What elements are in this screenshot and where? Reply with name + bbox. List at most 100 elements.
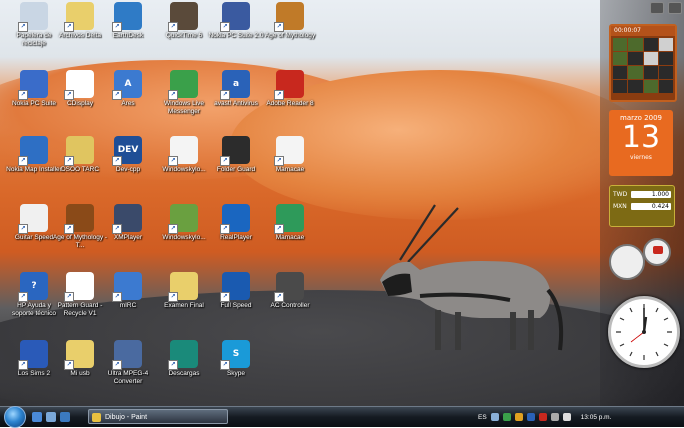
desktop-shortcut-label: AC Controller	[270, 302, 310, 309]
desktop-shortcut[interactable]: ↗ AC Controller	[262, 272, 318, 310]
shortcut-arrow-icon: ↗	[64, 90, 74, 100]
desktop-shortcut[interactable]: ↗ mIRC	[100, 272, 156, 310]
antivirus-tray-icon[interactable]	[526, 413, 535, 421]
currency-code: MXN	[613, 203, 627, 210]
oryx-illustration	[380, 204, 564, 351]
tray-icon[interactable]	[490, 413, 499, 421]
piano-icon: ↗	[18, 204, 48, 234]
shortcut-arrow-icon: ↗	[112, 360, 122, 370]
tray-icon[interactable]	[538, 413, 547, 421]
cpu-gauge-icon	[609, 244, 645, 280]
sidebar-controls	[612, 2, 682, 14]
sidebar-nav-icon[interactable]	[668, 2, 682, 14]
folder-icon: ↗	[64, 2, 94, 32]
taskbar-item-label: Dibujo - Paint	[105, 414, 148, 421]
messenger-tray-icon[interactable]	[502, 413, 511, 421]
desktop-shortcut[interactable]: ↗ QuickTime 6	[156, 2, 212, 40]
desktop-shortcut[interactable]: ↗ Mamacae	[262, 204, 318, 242]
desktop-shortcut[interactable]: ↗ Mamacae	[262, 136, 318, 174]
desktop-shortcut[interactable]: a ↗ avast! Antivirus	[208, 70, 264, 108]
desktop-shortcut[interactable]: S ↗ Skype	[208, 340, 264, 378]
shortcut-arrow-icon: ↗	[64, 292, 74, 302]
shortcut-arrow-icon: ↗	[168, 90, 178, 100]
shortcut-arrow-icon: ↗	[64, 224, 74, 234]
shortcut-arrow-icon: ↗	[274, 292, 284, 302]
desktop-shortcut[interactable]: DEV ↗ Dev-cpp	[100, 136, 156, 174]
desktop-shortcut[interactable]: ↗ Full Speed	[208, 272, 264, 310]
tray-icon[interactable]	[514, 413, 523, 421]
network-tray-icon[interactable]	[550, 413, 559, 421]
nokia-icon: ↗	[18, 70, 48, 100]
desktop-shortcut[interactable]: ↗ RealPlayer	[208, 204, 264, 242]
desktop-shortcut-label: avast! Antivirus	[214, 100, 258, 107]
currency-row: MXN 0.424	[613, 203, 671, 210]
desktop-shortcut[interactable]: ↗ EarthDesk	[100, 2, 156, 40]
shortcut-arrow-icon: ↗	[274, 22, 284, 32]
spreadsheet-icon: ↗	[274, 204, 304, 234]
start-button[interactable]	[4, 406, 26, 428]
file-icon: ↗	[168, 136, 198, 166]
desktop-shortcut[interactable]: ↗ Adobe Reader 8	[262, 70, 318, 108]
desktop-shortcut-label: Mamacae	[275, 166, 305, 173]
shortcut-arrow-icon: ↗	[168, 22, 178, 32]
volume-icon[interactable]	[562, 413, 571, 421]
desktop-shortcut[interactable]: ↗ XMPlayer	[100, 204, 156, 242]
show-desktop-icon[interactable]	[32, 412, 42, 422]
desktop-shortcut[interactable]: ↗ Ultra MPEG-4 Converter	[100, 340, 156, 386]
desktop-shortcut-label: QuickTime 6	[165, 32, 203, 39]
language-indicator[interactable]: ES	[478, 414, 487, 421]
shortcut-arrow-icon: ↗	[220, 292, 230, 302]
desktop-shortcut[interactable]: ↗ Windowskylo...	[156, 204, 212, 242]
skype-icon: S ↗	[220, 340, 250, 370]
system-tray: ES 13:05 p.m.	[478, 409, 684, 425]
cpu-meter-gadget[interactable]	[609, 238, 673, 280]
desktop-shortcut-label: Descargas	[168, 370, 200, 377]
desktop-shortcut[interactable]: ↗ Folder Guard	[208, 136, 264, 174]
desktop-shortcut[interactable]: ↗ Nokia PC Suite 2.0	[208, 2, 264, 40]
map-icon: ↗	[18, 136, 48, 166]
network-icon: ↗	[168, 204, 198, 234]
recycle-bin-icon: ↗	[18, 2, 48, 32]
folder-icon: ↗	[168, 272, 198, 302]
calendar-day: 13	[621, 120, 661, 155]
desktop-shortcut-label: Nokia PC Suite 2.0	[208, 32, 264, 39]
desktop-shortcut-label: Ultra MPEG-4 Converter	[107, 370, 149, 385]
shortcut-arrow-icon: ↗	[220, 156, 230, 166]
desktop-shortcut-label: Ares	[121, 100, 135, 107]
clock-gadget[interactable]	[608, 296, 680, 368]
taskbar-item-paint[interactable]: Dibujo - Paint	[88, 409, 228, 424]
realplayer-icon: ↗	[220, 204, 250, 234]
desktop-shortcut-label: Full Speed	[220, 302, 252, 309]
desktop-shortcut[interactable]: A ↗ Ares	[100, 70, 156, 108]
clock-text[interactable]: 13:05 p.m.	[581, 414, 612, 421]
ie-icon[interactable]	[60, 412, 70, 422]
folder-icon: ↗	[64, 136, 94, 166]
shortcut-arrow-icon: ↗	[220, 224, 230, 234]
shortcut-arrow-icon: ↗	[220, 22, 230, 32]
add-gadget-icon[interactable]	[650, 2, 664, 14]
help-icon: ? ↗	[18, 272, 48, 302]
desktop-shortcut[interactable]: ↗ Descargas	[156, 340, 212, 378]
currency-value[interactable]: 1.000	[631, 191, 671, 198]
dev-icon: DEV ↗	[112, 136, 142, 166]
desktop-shortcut-label: Adobe Reader 8	[266, 100, 314, 107]
desktop-shortcut[interactable]: ↗ Windowskylo...	[156, 136, 212, 174]
desktop-shortcut-label: Skype	[226, 370, 246, 377]
app-icon: ↗	[168, 2, 198, 32]
shortcut-arrow-icon: ↗	[64, 360, 74, 370]
currency-value[interactable]: 0.424	[631, 203, 671, 210]
switch-windows-icon[interactable]	[46, 412, 56, 422]
puzzle-grid[interactable]	[611, 36, 675, 95]
desktop-shortcut-label: Windowskylo...	[162, 234, 206, 241]
desktop-shortcut-label: Mamacae	[275, 234, 305, 241]
alert-icon	[653, 246, 663, 254]
currency-gadget[interactable]: TWD 1.000 MXN 0.424	[609, 185, 675, 227]
calendar-gadget[interactable]: marzo 2009 13 viernes	[609, 110, 673, 176]
desktop-shortcut[interactable]: ↗ Windows Live Messenger	[156, 70, 212, 116]
second-hand	[630, 331, 645, 343]
desktop-shortcut[interactable]: ↗ Examen Final	[156, 272, 212, 310]
shortcut-arrow-icon: ↗	[18, 360, 28, 370]
panda-icon: ↗	[64, 272, 94, 302]
picture-puzzle-gadget[interactable]: 00:00:07	[609, 24, 677, 102]
desktop-shortcut[interactable]: ↗ Age of Mythology	[262, 2, 318, 40]
